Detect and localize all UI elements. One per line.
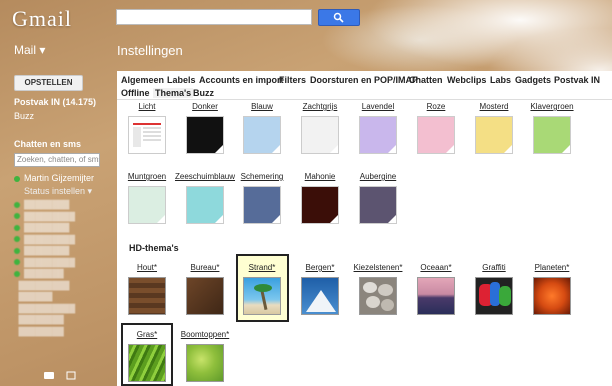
theme-swatch[interactable]: [417, 116, 455, 154]
tab-accounts[interactable]: Accounts en import: [199, 75, 284, 85]
theme-swatch[interactable]: [186, 277, 224, 315]
search-input[interactable]: [116, 9, 312, 25]
theme-label[interactable]: Bureau*: [174, 263, 236, 272]
compose-button[interactable]: OPSTELLEN: [14, 75, 83, 91]
theme-label[interactable]: Lavendel: [347, 102, 409, 111]
theme-label[interactable]: Zeeschuimblauw: [174, 172, 236, 181]
mail-switcher[interactable]: Mail ▾: [14, 43, 45, 57]
theme-label[interactable]: Blauw: [231, 102, 293, 111]
tab-filters[interactable]: Filters: [279, 75, 306, 85]
theme-label[interactable]: Licht: [116, 102, 178, 111]
blurred-contact-list: ████████ █████████ ████████ █████████ ██…: [14, 200, 75, 338]
chat-self-name: Martin Gijzemijter: [24, 173, 95, 183]
theme-swatch[interactable]: [301, 116, 339, 154]
gmail-logo[interactable]: Gmail: [12, 6, 72, 32]
theme-swatch[interactable]: [243, 186, 281, 224]
theme-label[interactable]: Kiezelstenen*: [347, 263, 409, 272]
tab-labs[interactable]: Labs: [490, 75, 511, 85]
theme-swatch[interactable]: [186, 344, 224, 382]
theme-label[interactable]: Klavergroen: [521, 102, 583, 111]
theme-swatch[interactable]: [128, 116, 166, 154]
blurred-contact: ████████: [14, 315, 64, 324]
blurred-contact: ████████: [14, 223, 75, 233]
theme-swatch[interactable]: [128, 344, 166, 382]
theme-label[interactable]: Schemering: [231, 172, 293, 181]
status-selector[interactable]: Status instellen ▾: [24, 186, 92, 197]
tab-themes[interactable]: Thema's: [153, 88, 194, 98]
theme-label[interactable]: Oceaan*: [405, 263, 467, 272]
blurred-contact: ████████: [14, 326, 64, 336]
theme-swatch[interactable]: [243, 116, 281, 154]
sidebar-item-buzz[interactable]: Buzz: [14, 111, 34, 121]
blurred-contact: █████████: [14, 258, 75, 268]
theme-swatch[interactable]: [533, 277, 571, 315]
theme-label[interactable]: Planeten*: [521, 263, 583, 272]
theme-swatch[interactable]: [186, 186, 224, 224]
tab-inbox[interactable]: Postvak IN: [554, 75, 600, 85]
settings-tabs: Algemeen Labels Accounts en import Filte…: [117, 71, 612, 100]
theme-label[interactable]: Donker: [174, 102, 236, 111]
theme-label[interactable]: Strand*: [231, 263, 293, 272]
online-status-icon: [14, 175, 20, 182]
tab-gadgets[interactable]: Gadgets: [515, 75, 551, 85]
blurred-contact: ███████: [14, 269, 75, 279]
chat-bubble-icon[interactable]: [44, 372, 54, 379]
tab-webclips[interactable]: Webclips: [447, 75, 486, 85]
tab-buzz[interactable]: Buzz: [193, 88, 214, 98]
theme-label[interactable]: Boomtoppen*: [174, 330, 236, 339]
theme-label[interactable]: Gras*: [116, 330, 178, 339]
theme-swatch[interactable]: [359, 277, 397, 315]
theme-label[interactable]: Mahonie: [289, 172, 351, 181]
blurred-contact: █████████: [14, 235, 75, 245]
theme-swatch[interactable]: [128, 186, 166, 224]
theme-swatch[interactable]: [301, 277, 339, 315]
theme-label[interactable]: Bergen*: [289, 263, 351, 272]
blurred-contact: ████████: [14, 200, 75, 210]
theme-swatch[interactable]: [417, 277, 455, 315]
theme-label[interactable]: Aubergine: [347, 172, 409, 181]
theme-swatch[interactable]: [533, 116, 571, 154]
settings-panel: Algemeen Labels Accounts en import Filte…: [117, 71, 612, 386]
theme-swatch[interactable]: [475, 116, 513, 154]
theme-label[interactable]: Muntgroen: [116, 172, 178, 181]
theme-label[interactable]: Roze: [405, 102, 467, 111]
tab-offline[interactable]: Offline: [121, 88, 150, 98]
page-title: Instellingen: [117, 43, 183, 58]
blurred-contact: ██████████: [14, 303, 76, 313]
theme-label[interactable]: Mosterd: [463, 102, 525, 111]
blurred-contact: ██████: [14, 292, 53, 301]
chat-self: Martin Gijzemijter: [14, 173, 94, 183]
tab-labels[interactable]: Labels: [167, 75, 196, 85]
theme-swatch[interactable]: [186, 116, 224, 154]
tab-algemeen[interactable]: Algemeen: [121, 75, 164, 85]
blurred-contact: █████████: [14, 212, 75, 222]
theme-label[interactable]: Zachtgrijs: [289, 102, 351, 111]
theme-label[interactable]: Hout*: [116, 263, 178, 272]
theme-label[interactable]: Graffiti: [463, 263, 525, 272]
theme-swatch[interactable]: [475, 277, 513, 315]
search-button[interactable]: [318, 9, 360, 26]
blurred-contact: ████████: [14, 246, 75, 256]
search-icon: [333, 12, 344, 23]
theme-swatch[interactable]: [359, 186, 397, 224]
theme-swatch[interactable]: [128, 277, 166, 315]
chat-search-input[interactable]: Zoeken, chatten, of sms: [14, 153, 100, 167]
tab-chat[interactable]: Chatten: [409, 75, 443, 85]
theme-swatch[interactable]: [301, 186, 339, 224]
theme-swatch[interactable]: [243, 277, 281, 315]
hd-themes-heading: HD-thema's: [129, 243, 179, 253]
phone-icon[interactable]: [66, 371, 76, 380]
chat-heading[interactable]: Chatten en sms: [14, 139, 81, 149]
sidebar-item-inbox[interactable]: Postvak IN (14.175): [14, 97, 96, 107]
blurred-contact: █████████: [14, 280, 70, 290]
theme-swatch[interactable]: [359, 116, 397, 154]
tab-forwarding[interactable]: Doorsturen en POP/IMAP: [310, 75, 418, 85]
